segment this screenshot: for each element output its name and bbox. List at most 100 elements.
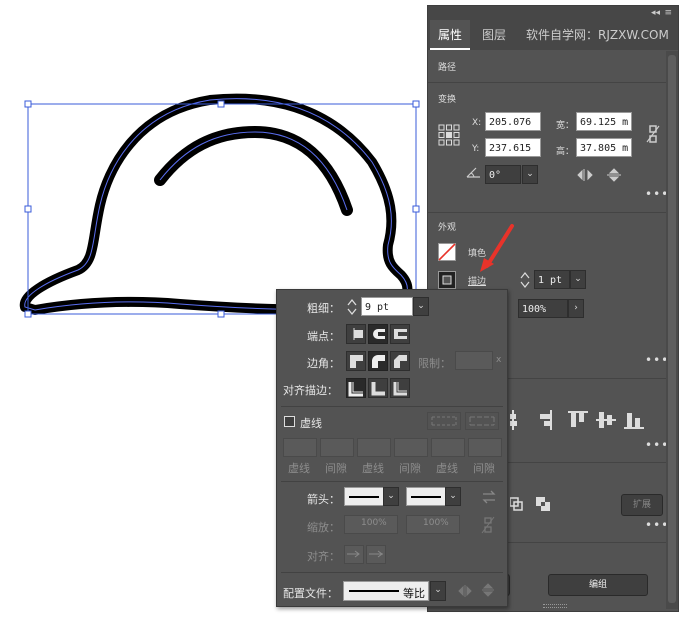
annotation-red-arrow [480,224,514,272]
stroke-options-popup: 粗细： 9 pt ⌄ 端点： 边角： 限制： x 对齐描边： 虚线 虚线 间隙 … [276,289,508,607]
bevel-join-button[interactable] [390,351,410,371]
end-scale-value: 100% [423,518,449,528]
align-stroke-center-icon [348,382,363,397]
align-stroke-outside-icon [393,382,407,396]
limit-field [455,351,493,370]
arrow-end-icon [369,550,383,558]
round-join-icon [372,355,385,368]
flip-vertical-icon[interactable] [606,167,622,183]
opacity-field[interactable]: 100% [518,299,568,318]
rotate-angle-icon [466,167,480,178]
arrow-align-label: 对齐： [307,550,340,563]
arrow-align-tip-button [344,545,364,564]
tab-site-watermark: 软件自学网：RJZXW.COM [526,28,669,42]
selection-handle [217,100,225,108]
end-arrowhead-dropdown[interactable]: ⌄ [445,487,461,506]
helmet-inner-arc-path [159,131,348,211]
profile-dropdown[interactable]: ⌄ [430,581,446,601]
flip-horizontal-icon[interactable] [576,168,594,182]
reference-point-icon[interactable] [438,124,460,146]
start-arrowhead-dropdown[interactable]: ⌄ [383,487,399,506]
y-field[interactable]: 237.615 [485,138,541,157]
arrow-align-end-button [366,545,386,564]
weight-spinner[interactable] [346,297,358,317]
constrain-proportions-icon[interactable] [646,124,660,144]
opacity-expand-button[interactable]: › [568,299,584,318]
start-scale-value: 100% [361,518,387,528]
selection-handle [24,205,32,213]
link-scale-icon [481,516,495,534]
path-section-title: 路径 [438,63,457,73]
projecting-cap-button[interactable] [390,324,410,344]
miter-join-button[interactable] [346,351,366,371]
dash-preserve-icon [431,416,457,426]
tab-properties[interactable]: 属性 [430,20,471,50]
profile-flip-horizontal-icon [458,585,472,597]
stroke-weight-spinner[interactable] [519,271,531,289]
weight-label: 粗细： [307,302,340,315]
weight-dropdown[interactable]: ⌄ [413,297,429,316]
x-field[interactable]: 205.076 [485,112,541,131]
align-stroke-inside-icon [371,382,385,396]
fill-swatch-none[interactable] [438,243,456,261]
align-stroke-inside-button[interactable] [368,378,388,398]
round-join-button[interactable] [368,351,388,371]
dash-preserve-button [427,412,461,430]
selection-handle [24,310,32,318]
gap-field-2 [394,438,428,457]
profile-flip-vertical-icon [482,583,494,597]
stroke-weight-field[interactable]: 1 pt [534,270,570,289]
appearance-section-title: 外观 [438,223,457,233]
end-arrowhead-select[interactable] [406,487,446,506]
gap-field-1 [320,438,354,457]
butt-cap-button[interactable] [346,324,366,344]
panel-menu-icon[interactable]: ≡ [664,6,672,20]
profile-select[interactable]: 等比 [343,581,429,601]
swap-arrowheads-icon[interactable] [481,489,497,505]
align-top-icon [568,411,588,413]
width-label: 宽： [556,121,575,131]
helmet-shape[interactable] [19,93,413,315]
rotate-field[interactable]: 0° [485,165,521,184]
panel-scrollbar[interactable] [666,51,678,609]
gap-label-3: 间隙 [473,462,495,475]
tab-layers[interactable]: 图层 [474,20,514,50]
stroke-label-link[interactable]: 描边 [468,274,486,287]
align-stroke-outside-button[interactable] [390,378,410,398]
align-stroke-center-button[interactable] [346,378,366,398]
start-arrowhead-select[interactable] [344,487,384,506]
dash-label-2: 虚线 [362,462,384,475]
limit-label: 限制： [418,357,451,370]
profile-value: 等比 [403,587,425,600]
dash-field-1 [283,438,317,457]
pathfinder-buttons-row[interactable] [510,495,570,515]
align-horizontal-center-icon [512,410,514,430]
align-right-icon [550,410,552,430]
selection-handle [217,310,225,318]
width-field[interactable]: 69.125 m [576,112,632,131]
stroke-swatch[interactable] [438,271,456,289]
height-field[interactable]: 37.805 m [576,138,632,157]
dashed-checkbox[interactable] [284,416,295,427]
dash-field-2 [357,438,391,457]
panel-tabbar: 属性 图层 软件自学网：RJZXW.COM [428,20,678,50]
align-buttons-row[interactable] [510,408,660,432]
rotate-dropdown[interactable]: ⌄ [522,165,538,184]
round-cap-button[interactable] [368,324,388,344]
limit-suffix: x [496,355,502,365]
group-button[interactable]: 编组 [548,574,648,596]
projecting-cap-icon [394,329,407,339]
expand-button[interactable]: 扩展 [621,494,663,516]
collapse-panel-icon[interactable]: ◂◂ [651,6,660,20]
weight-field[interactable]: 9 pt [361,297,413,316]
scrollbar-thumb[interactable] [668,55,676,603]
panel-resize-grip[interactable] [543,604,567,608]
selection-handle [24,100,32,108]
dash-label-3: 虚线 [436,462,458,475]
butt-cap-icon [353,328,363,340]
dash-label-1: 虚线 [288,462,310,475]
dashed-label[interactable]: 虚线 [300,415,322,431]
arrowhead-label: 箭头： [307,493,340,506]
helmet-inner-arc-stroke [154,125,353,216]
stroke-weight-dropdown[interactable]: ⌄ [570,270,586,289]
